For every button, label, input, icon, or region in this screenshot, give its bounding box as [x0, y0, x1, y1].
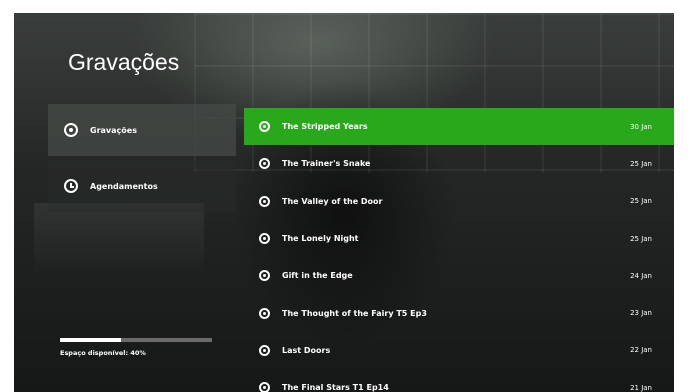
recording-date: 30 Jan — [630, 122, 652, 131]
storage-bar-fill — [60, 338, 121, 342]
recording-title: The Lonely Night — [282, 234, 359, 244]
recording-row[interactable]: Gift in the Edge 24 Jan — [244, 257, 674, 294]
recordings-list: The Stripped Years 30 Jan The Trainer's Sn… — [244, 108, 674, 392]
storage-label: Espaço disponível: 40% — [60, 349, 146, 357]
storage-indicator: Espaço disponível: 40% — [60, 338, 212, 357]
recording-date: 21 Jan — [630, 383, 652, 392]
background-decor — [34, 203, 204, 273]
recording-row[interactable]: The Valley of the Door 25 Jan — [244, 183, 674, 220]
sidebar-item-gravacoes[interactable]: Gravações — [48, 104, 236, 156]
sidebar-item-agendamentos[interactable]: Agendamentos — [48, 160, 236, 212]
page-title: Gravações — [68, 49, 180, 75]
recording-row[interactable]: The Lonely Night 25 Jan — [244, 220, 674, 257]
recording-row[interactable]: The Trainer's Snake 25 Jan — [244, 145, 674, 182]
recording-title: The Trainer's Snake — [282, 159, 371, 169]
recording-title: The Stripped Years — [282, 122, 368, 132]
recording-date: 22 Jan — [630, 346, 652, 355]
storage-bar — [60, 338, 212, 342]
recording-row[interactable]: The Final Stars T1 Ep14 21 Jan — [244, 369, 674, 392]
sidebar-item-label: Agendamentos — [90, 181, 158, 191]
recording-row[interactable]: Last Doors 22 Jan — [244, 332, 674, 369]
sidebar-item-label: Gravações — [90, 125, 137, 135]
recording-icon — [259, 344, 270, 356]
recording-title: The Final Stars T1 Ep14 — [282, 383, 389, 392]
recording-icon — [259, 382, 270, 392]
recording-date: 25 Jan — [630, 234, 652, 243]
recording-icon — [259, 307, 270, 319]
tv-screen: Gravações Gravações Agendamentos Espaço … — [14, 13, 674, 392]
recording-date: 24 Jan — [630, 271, 652, 280]
recording-icon — [259, 195, 270, 207]
recording-date: 25 Jan — [630, 159, 652, 168]
radio-selected-icon — [64, 123, 78, 137]
recording-icon — [259, 121, 270, 133]
recording-title: The Thought of the Fairy T5 Ep3 — [282, 308, 427, 318]
recording-date: 23 Jan — [630, 309, 652, 318]
recording-title: Last Doors — [282, 345, 331, 355]
recording-icon — [259, 158, 270, 170]
recording-row[interactable]: The Thought of the Fairy T5 Ep3 23 Jan — [244, 294, 674, 331]
recording-title: The Valley of the Door — [282, 196, 383, 206]
recording-title: Gift in the Edge — [282, 271, 353, 281]
recording-date: 25 Jan — [630, 197, 652, 206]
clock-icon — [64, 179, 78, 193]
recording-icon — [259, 233, 270, 245]
sidebar: Gravações Agendamentos — [48, 104, 236, 212]
recording-row[interactable]: The Stripped Years 30 Jan — [244, 108, 674, 146]
recording-icon — [259, 270, 270, 282]
